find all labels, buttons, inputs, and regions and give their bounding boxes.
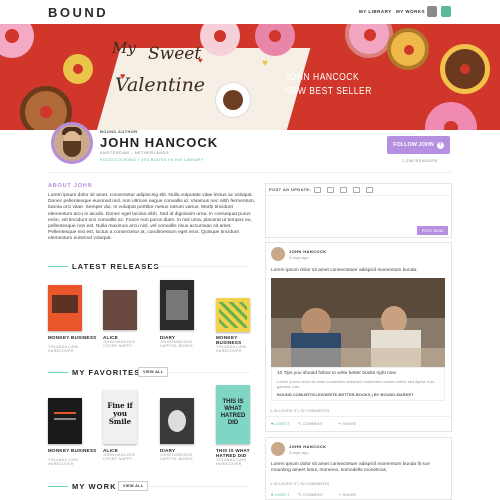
book-cover[interactable] [48, 285, 82, 331]
section-accent-line [48, 486, 68, 487]
post-stats: 1.26 LOVED IT | 32 COMMENTS [270, 408, 330, 413]
hero-headline-2: NEW BEST SELLER [285, 86, 372, 97]
book-cover[interactable]: THIS IS WHAT HATRED DID [216, 385, 250, 444]
hero-script-line1: My [112, 39, 136, 57]
avatar[interactable] [271, 442, 285, 456]
link-description: Lorem ipsum dolor sit amet consectuer ad… [277, 379, 435, 389]
my-favorites-title: MY FAVORITES [72, 368, 141, 377]
post-text: Lorem ipsum dolor sit amet consectetuer … [271, 268, 418, 273]
donut-image [345, 24, 393, 58]
author-avatar[interactable] [51, 122, 93, 164]
book-format: COVER NAPPY [103, 344, 133, 348]
book-cover[interactable]: Fine if you Smile [103, 390, 137, 444]
heart-icon: ♥ [198, 56, 203, 65]
post-text: Lorem ipsum dolor sit amet consectetuer … [271, 462, 430, 473]
love-it-button[interactable]: ♥ LOVE IT [271, 492, 290, 497]
about-title: ABOUT JOHN [48, 183, 93, 189]
share-button[interactable]: ↪ SHARE [338, 492, 356, 497]
donut-image [387, 28, 429, 70]
book-cover[interactable] [160, 280, 194, 330]
book-format: HARDCOVER [48, 462, 74, 466]
about-text: Lorem ipsum dolor sit amet, consectetur … [48, 193, 256, 242]
tag-icon[interactable] [340, 187, 347, 193]
book-format: HARDCOVER [48, 349, 74, 353]
book-title[interactable]: MONKEY BUSINESS [216, 335, 256, 345]
image-icon[interactable] [327, 187, 334, 193]
donut-image [63, 54, 93, 84]
edit-icon[interactable] [314, 187, 321, 193]
post-time: 3 days ago [289, 255, 309, 260]
heart-icon: ♥ [262, 58, 268, 69]
profile-divider [48, 172, 452, 173]
author-location: AMSTERDAM – NETHERLANDS [100, 150, 169, 155]
book-cover[interactable] [103, 290, 137, 330]
post-time: 3 days ago [289, 450, 309, 455]
section-accent-line [48, 372, 68, 373]
post-link-image[interactable] [271, 278, 445, 367]
book-format: COVER NAPPY [103, 457, 133, 461]
book-cover[interactable] [48, 398, 82, 444]
comment-button[interactable]: ✎ COMMENT [298, 492, 323, 497]
book-format: HARDCOVER [216, 462, 242, 466]
book-title[interactable]: MONKEY BUSINESS [48, 335, 98, 340]
divider [265, 416, 452, 417]
work-view-all-button[interactable]: VIEW ALL [118, 481, 149, 491]
bound-logo[interactable]: BOUND [48, 5, 108, 20]
latest-releases-title: LATEST RELEASES [72, 262, 160, 271]
plus-icon: + [436, 142, 444, 149]
author-role: BOUND AUTHOR [100, 129, 138, 134]
book-format: HARDCOVER [216, 349, 242, 353]
nav-my-library[interactable]: MY LIBRARY [359, 9, 392, 14]
donut-image [425, 102, 477, 130]
link-icon[interactable] [366, 187, 373, 193]
share-button[interactable]: ↪ SHARE [338, 421, 356, 426]
my-work-title: MY WORK [72, 482, 117, 491]
donut-image [440, 44, 490, 94]
post-now-button[interactable]: POST NOW [417, 226, 448, 235]
nav-my-works[interactable]: MY WORKS [396, 9, 425, 14]
section-accent-line [48, 266, 68, 267]
hero-script-line3: Valentine [115, 74, 206, 96]
avatar[interactable] [271, 247, 285, 261]
post-author[interactable]: JOHN HANCOCK [289, 249, 326, 254]
author-stats: FOOD/COOKING • 393 BOOKS IN HIS LIBRARY [100, 157, 204, 162]
post-author[interactable]: JOHN HANCOCK [289, 444, 326, 449]
book-stack-icon[interactable] [427, 6, 437, 17]
book-title[interactable]: MONKEY BUSINESS [48, 448, 98, 453]
link-title[interactable]: 10 Tips you should follow to write bette… [277, 371, 396, 376]
book-format: CAPITOL BOOKS [160, 457, 193, 461]
book-format: CAPITOL BOOKS [160, 344, 193, 348]
bookmark-icon[interactable] [441, 6, 451, 17]
follow-button[interactable]: FOLLOW JOHN + [387, 136, 450, 154]
link-url[interactable]: BOUND.COM/ARTICLES/WRITE-BETTER-BOOKS | … [277, 392, 414, 397]
book-cover[interactable] [216, 298, 250, 332]
section-rule [168, 372, 250, 373]
book-cover[interactable] [160, 398, 194, 444]
author-name: JOHN HANCOCK [100, 135, 219, 150]
hero-banner: My Sweet Valentine ♥ ♥ ♥ JOHN HANCOCK NE… [0, 24, 500, 130]
favorites-view-all-button[interactable]: VIEW ALL [138, 367, 169, 377]
book-title[interactable]: THIS IS WHAT HATRED DID [216, 448, 260, 458]
comment-button[interactable]: ✎ COMMENT [298, 421, 323, 426]
section-rule [150, 266, 250, 267]
readers-count: 1,256 READERS [402, 158, 438, 163]
coffee-cup-image [215, 82, 251, 118]
section-rule [148, 486, 250, 487]
donut-image [0, 24, 34, 58]
post-stats: 1.26 LOVED IT | 32 COMMENTS [270, 481, 330, 486]
post-update-label: POST AN UPDATE: [269, 187, 312, 192]
hero-script-line2: Sweet [148, 44, 202, 64]
love-it-button[interactable]: ♥ LOVE IT [271, 421, 290, 426]
heart-icon: ♥ [120, 71, 126, 81]
hero-headline-1: JOHN HANCOCK [285, 72, 360, 83]
book-icon[interactable] [353, 187, 360, 193]
